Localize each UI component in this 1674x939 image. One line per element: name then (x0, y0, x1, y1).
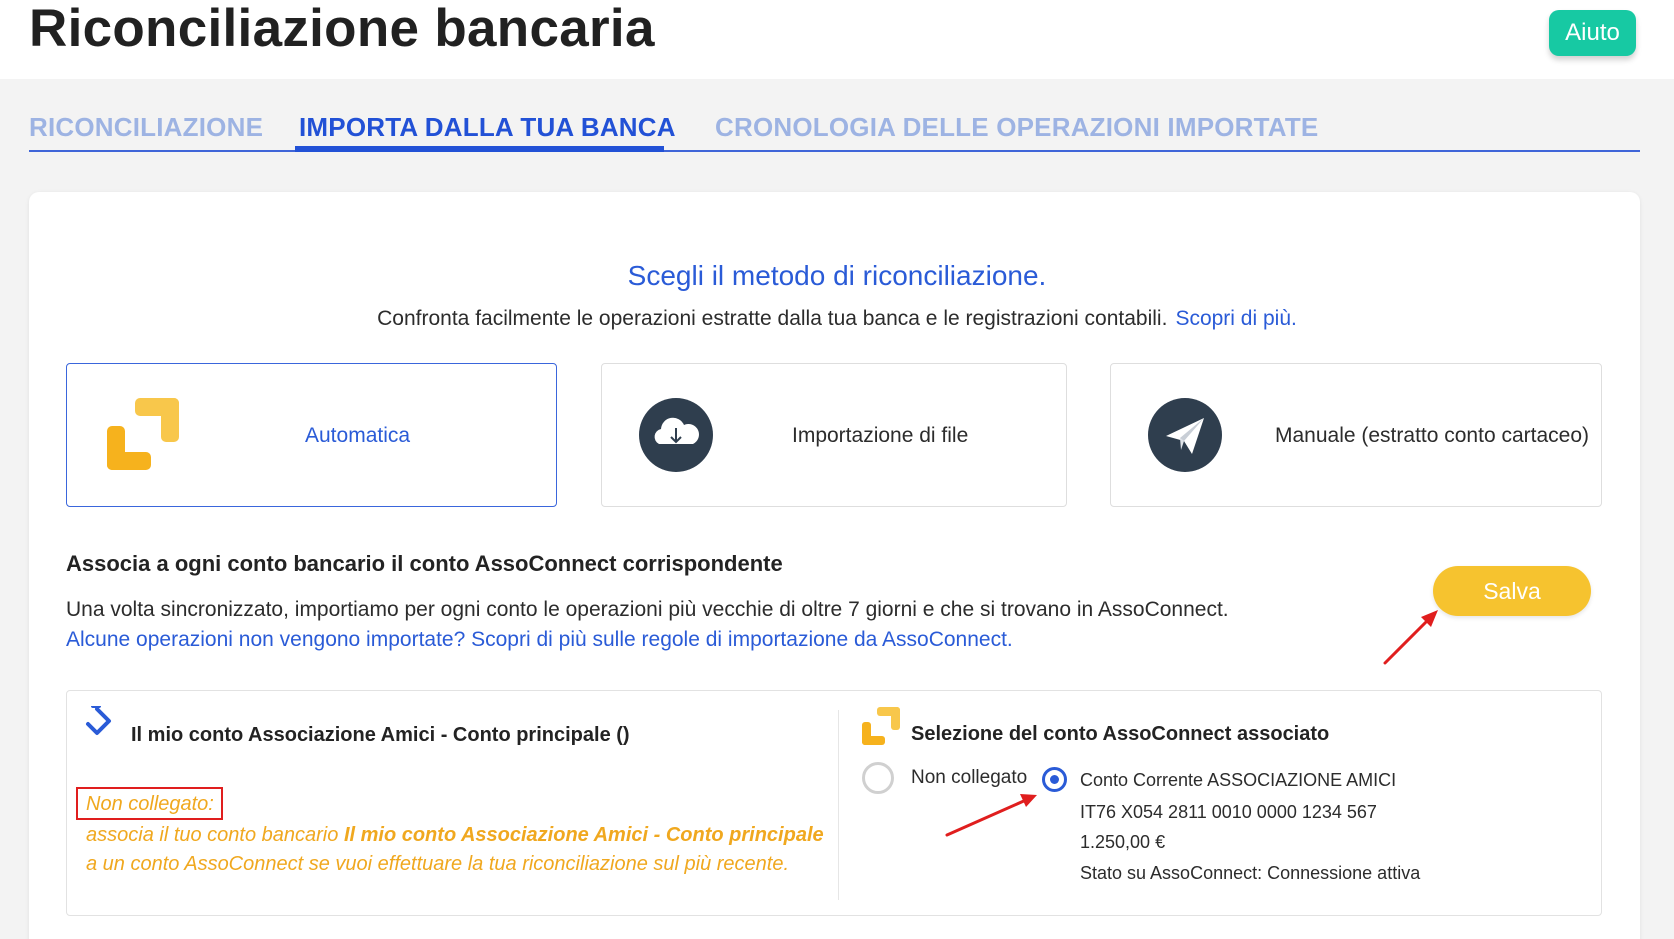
bank-account-name: Il mio conto Associazione Amici - Conto … (131, 724, 630, 746)
warning-account-name: Il mio conto Associazione Amici - Conto … (343, 824, 824, 846)
option-automatica-label: Automatica (305, 424, 411, 447)
method-title: Scegli il metodo di riconciliazione. (627, 260, 1047, 291)
radio-not-linked[interactable] (862, 762, 894, 794)
active-tab-indicator (295, 146, 664, 152)
option-manuale[interactable]: Manuale (estratto conto cartaceo) (1110, 363, 1602, 507)
not-linked-status: Non collegato: (86, 793, 214, 815)
account-name: Conto Corrente ASSOCIAZIONE AMICI (1080, 770, 1397, 790)
save-button[interactable]: Salva (1433, 566, 1591, 616)
page-title: Riconciliazione bancaria (29, 0, 655, 58)
assoconnect-logo-icon (107, 398, 179, 470)
account-iban: IT76 X054 2811 0010 0000 1234 567 (1080, 802, 1377, 822)
warning-prefix: associa il tuo conto bancario (86, 824, 344, 846)
option-manuale-label: Manuale (estratto conto cartaceo) (1275, 424, 1589, 447)
radio-not-linked-label: Non collegato (911, 767, 1028, 788)
paper-plane-icon (1148, 398, 1222, 472)
account-balance: 1.250,00 € (1080, 832, 1166, 852)
bank-sync-icon (86, 706, 111, 735)
cloud-download-icon (639, 398, 713, 472)
radio-conto-corrente[interactable] (1042, 767, 1067, 792)
association-title: Associa a ogni conto bancario il conto A… (66, 551, 783, 576)
option-importazione-file[interactable]: Importazione di file (601, 363, 1067, 507)
link-warning-line2: a un conto AssoConnect se vuoi effettuar… (86, 853, 790, 875)
association-description: Una volta sincronizzato, importiamo per … (66, 598, 1229, 621)
assoconnect-selection-title: Selezione del conto AssoConnect associat… (911, 723, 1330, 745)
top-bar: Riconciliazione bancaria Aiuto (0, 0, 1674, 79)
tab-bar: RICONCILIAZIONE IMPORTA DALLA TUA BANCA … (29, 106, 1640, 152)
help-button[interactable]: Aiuto (1549, 10, 1636, 56)
option-importazione-file-label: Importazione di file (792, 424, 969, 447)
tab-riconciliazione[interactable]: RICONCILIAZIONE (29, 112, 263, 143)
method-subtitle: Confronta facilmente le operazioni estra… (0, 307, 1674, 331)
account-state: Stato su AssoConnect: Connessione attiva (1080, 863, 1421, 883)
tab-cronologia[interactable]: CRONOLOGIA DELLE OPERAZIONI IMPORTATE (715, 112, 1318, 143)
import-rules-link[interactable]: Alcune operazioni non vengono importate?… (66, 628, 1013, 652)
link-warning-line1: associa il tuo conto bancario Il mio con… (86, 824, 824, 847)
column-divider (838, 710, 839, 900)
tab-importa-dalla-tua-banca[interactable]: IMPORTA DALLA TUA BANCA (299, 112, 676, 143)
option-automatica[interactable]: Automatica (66, 363, 557, 507)
learn-more-link[interactable]: Scopri di più. (1175, 307, 1296, 330)
method-subtitle-text: Confronta facilmente le operazioni estra… (377, 307, 1168, 330)
assoconnect-small-logo-icon (862, 707, 900, 745)
